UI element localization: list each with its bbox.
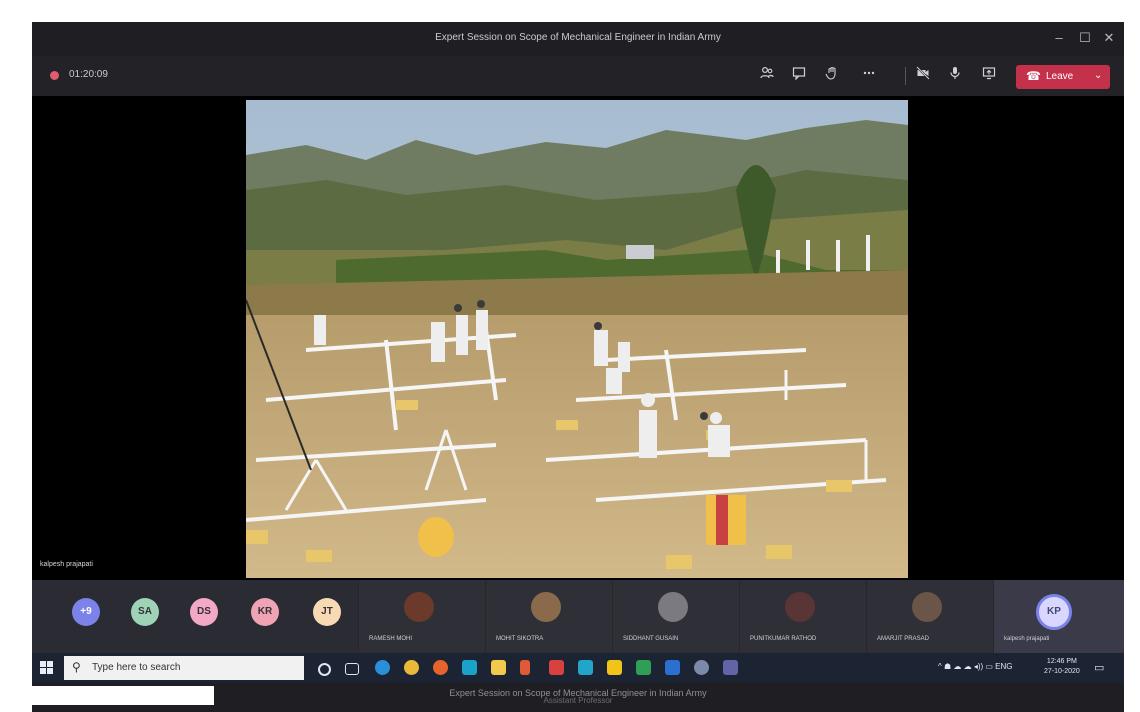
store-icon[interactable] — [462, 660, 477, 675]
system-tray[interactable]: ^ ☗ ☁ ☁ ◂)) ▭ ENG — [938, 662, 1013, 671]
teams-icon[interactable] — [723, 660, 738, 675]
self-name: kalpesh prajapati — [1004, 636, 1050, 642]
search-placeholder: Type here to search — [92, 662, 181, 673]
participant-photo — [531, 592, 561, 622]
participant-avatar[interactable]: SA — [131, 598, 159, 626]
toolbar-divider — [905, 67, 906, 85]
participant-name: SIDDHANT GUSAIN — [623, 636, 679, 642]
participant-tile[interactable]: SIDDHANT GUSAIN — [612, 580, 739, 653]
participant-photo — [912, 592, 942, 622]
participant-avatar[interactable]: DS — [190, 598, 218, 626]
raise-hand-icon[interactable] — [821, 66, 843, 86]
participant-avatar[interactable]: JT — [313, 598, 341, 626]
meeting-timer: 01:20:09 — [69, 69, 108, 80]
close-button[interactable]: ✕ — [1098, 28, 1120, 48]
participant-photo — [658, 592, 688, 622]
clock-time: 12:46 PM — [1046, 658, 1077, 665]
participant-tile[interactable]: PUNITKUMAR RATHOD — [739, 580, 866, 653]
field-photo — [246, 100, 908, 578]
notification-icon[interactable]: ▭ — [1094, 661, 1104, 674]
window-title: Expert Session on Scope of Mechanical En… — [435, 32, 721, 43]
sigma-app-icon[interactable] — [578, 660, 593, 675]
pdf-icon[interactable] — [549, 660, 564, 675]
participant-tile[interactable]: MOHIT SIKOTRA — [485, 580, 612, 653]
video-stage: kalpesh prajapati — [32, 96, 1124, 580]
word-icon[interactable] — [665, 660, 680, 675]
participant-strip: +9 SA DS KR JT RAMESH MOHI MOHIT SIKOTRA… — [32, 580, 1124, 653]
meeting-toolbar: 01:20:09 ☎ Leave ⌄ — [32, 56, 1124, 96]
participant-name: AMARJIT PRASAD — [877, 636, 929, 642]
self-avatar: KP — [1036, 594, 1072, 630]
taskbar-clock[interactable]: 12:46 PM 27-10-2020 — [1044, 657, 1080, 677]
minimize-button[interactable]: – — [1048, 28, 1070, 48]
task-view-icon[interactable] — [345, 663, 359, 675]
edge-icon[interactable] — [375, 660, 390, 675]
participant-name: MOHIT SIKOTRA — [496, 636, 544, 642]
self-tile[interactable]: KP kalpesh prajapati — [993, 580, 1124, 653]
people-icon[interactable] — [756, 66, 778, 86]
cortana-icon[interactable] — [318, 663, 331, 676]
participant-tile[interactable]: AMARJIT PRASAD — [866, 580, 993, 653]
camera-off-icon[interactable] — [912, 66, 934, 86]
speaker-name: kalpesh prajapati — [40, 561, 93, 568]
chrome-icon[interactable] — [404, 660, 419, 675]
shared-video-feed — [246, 100, 908, 578]
taskbar-search-box[interactable]: ⚲ Type here to search — [64, 656, 304, 680]
overflow-participants[interactable]: +9 — [72, 598, 100, 626]
blank-area — [32, 686, 214, 705]
search-icon: ⚲ — [72, 660, 81, 674]
mail-icon[interactable] — [491, 660, 506, 675]
windows-start-icon[interactable] — [40, 661, 54, 675]
maximize-button[interactable]: ☐ — [1074, 28, 1096, 48]
teams-meeting-window: Expert Session on Scope of Mechanical En… — [32, 22, 1124, 712]
more-icon[interactable] — [858, 66, 880, 86]
share-screen-icon[interactable] — [978, 66, 1000, 86]
leave-button[interactable]: ☎ Leave ⌄ — [1016, 65, 1110, 89]
participant-avatar[interactable]: KR — [251, 598, 279, 626]
chat-icon[interactable] — [788, 66, 810, 86]
app-icon[interactable] — [694, 660, 709, 675]
mic-icon[interactable] — [944, 66, 966, 86]
firefox-icon[interactable] — [433, 660, 448, 675]
title-bar: Expert Session on Scope of Mechanical En… — [32, 22, 1124, 56]
phone-icon: ☎ — [1026, 69, 1041, 83]
participant-name: RAMESH MOHI — [369, 636, 413, 642]
recording-icon — [50, 71, 59, 80]
participant-photo — [404, 592, 434, 622]
participant-tile[interactable]: RAMESH MOHI — [358, 580, 485, 653]
participant-name: PUNITKUMAR RATHOD — [750, 636, 817, 642]
excel-icon[interactable] — [636, 660, 651, 675]
leave-label: Leave — [1046, 71, 1074, 82]
app-icon[interactable] — [520, 660, 530, 675]
windows-taskbar: ⚲ Type here to search ^ ☗ ☁ ☁ ◂)) ▭ ENG … — [32, 653, 1124, 683]
clock-date: 27-10-2020 — [1044, 668, 1080, 675]
file-explorer-icon[interactable] — [607, 660, 622, 675]
chevron-down-icon[interactable]: ⌄ — [1094, 70, 1102, 81]
participant-photo — [785, 592, 815, 622]
